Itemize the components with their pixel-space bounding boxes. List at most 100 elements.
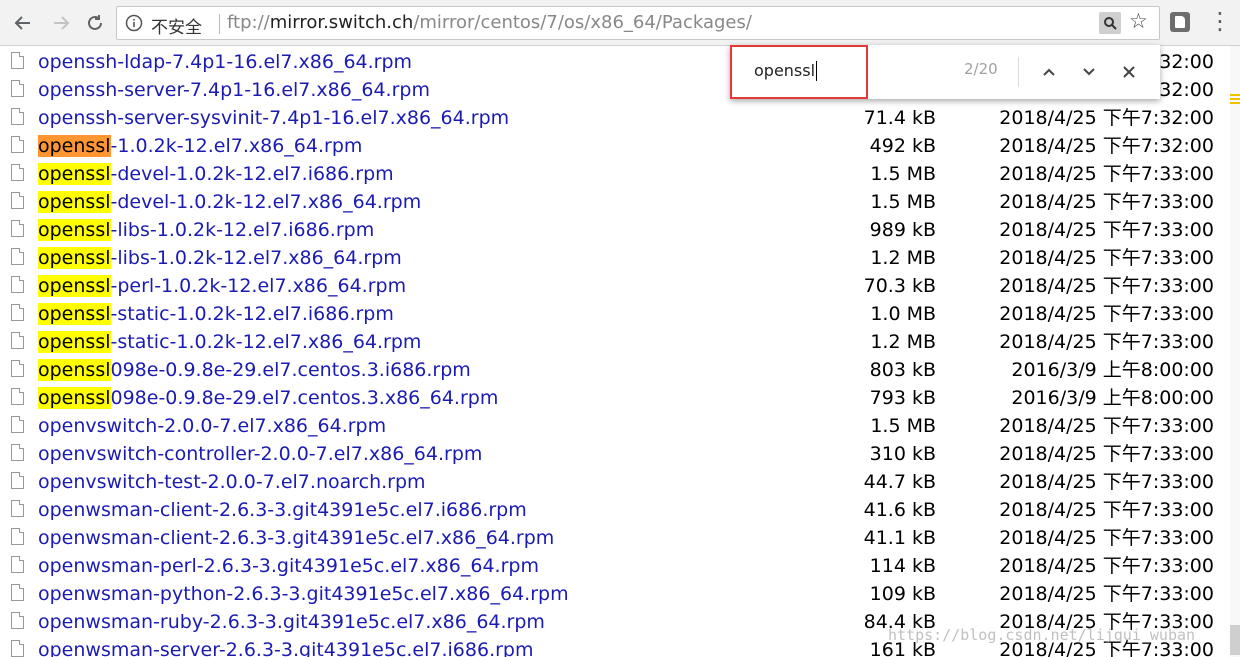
- file-date: 2018/4/25 下午7:33:00: [999, 191, 1214, 213]
- file-link[interactable]: openssl-static-1.0.2k-12.el7.i686.rpm: [38, 300, 394, 328]
- search-highlight: openssl: [38, 163, 111, 185]
- file-link[interactable]: openssh-server-7.4p1-16.el7.x86_64.rpm: [38, 76, 430, 104]
- watermark: https://blog.csdn.net/lijqui_wuban: [888, 626, 1196, 644]
- scroll-thumb[interactable]: [1230, 625, 1240, 655]
- search-highlight: openssl: [38, 247, 111, 269]
- find-input-box[interactable]: openssl: [730, 45, 868, 99]
- file-link[interactable]: openssl098e-0.9.8e-29.el7.centos.3.x86_6…: [38, 384, 498, 412]
- file-link[interactable]: openssl-devel-1.0.2k-12.el7.x86_64.rpm: [38, 188, 421, 216]
- forward-button[interactable]: [46, 8, 76, 38]
- file-link[interactable]: openssl-1.0.2k-12.el7.x86_64.rpm: [38, 132, 362, 160]
- security-label[interactable]: 不安全: [151, 13, 202, 38]
- list-item: openwsman-client-2.6.3-3.git4391e5c.el7.…: [0, 496, 1230, 524]
- find-separator: [1018, 57, 1019, 87]
- file-link[interactable]: openssh-server-sysvinit-7.4p1-16.el7.x86…: [38, 104, 509, 132]
- file-icon: [11, 136, 24, 153]
- chevron-up-icon: [1043, 68, 1055, 76]
- file-link[interactable]: openwsman-server-2.6.3-3.git4391e5c.el7.…: [38, 636, 533, 657]
- extension-icon[interactable]: [1170, 12, 1190, 32]
- file-size: 803 kB: [869, 359, 936, 381]
- file-date: 2018/4/25 下午7:33:00: [999, 443, 1214, 465]
- file-link[interactable]: openssl-perl-1.0.2k-12.el7.x86_64.rpm: [38, 272, 406, 300]
- find-previous-button[interactable]: [1034, 57, 1064, 87]
- file-size: 1.2 MB: [870, 247, 936, 269]
- list-item: openssl-libs-1.0.2k-12.el7.x86_64.rpm 1.2…: [0, 244, 1230, 272]
- file-size: 1.5 MB: [870, 163, 936, 185]
- list-item: openssl098e-0.9.8e-29.el7.centos.3.i686.…: [0, 356, 1230, 384]
- file-link[interactable]: openwsman-perl-2.6.3-3.git4391e5c.el7.x8…: [38, 552, 539, 580]
- scroll-match-marker: [1230, 98, 1240, 100]
- find-next-button[interactable]: [1074, 57, 1104, 87]
- file-date: 2018/4/25 下午7:33:00: [999, 499, 1214, 521]
- file-size: 1.2 MB: [870, 331, 936, 353]
- info-icon[interactable]: [125, 14, 143, 32]
- file-size: 1.5 MB: [870, 191, 936, 213]
- file-name: -libs-1.0.2k-12.el7.x86_64.rpm: [110, 247, 402, 269]
- file-size: 41.1 kB: [863, 527, 936, 549]
- file-date: 2018/4/25 下午7:33:00: [999, 331, 1214, 353]
- file-icon: [11, 360, 24, 377]
- file-link[interactable]: openvswitch-2.0.0-7.el7.x86_64.rpm: [38, 412, 386, 440]
- file-link[interactable]: openwsman-client-2.6.3-3.git4391e5c.el7.…: [38, 524, 554, 552]
- file-name: -libs-1.0.2k-12.el7.i686.rpm: [110, 219, 375, 241]
- list-item: openssl-devel-1.0.2k-12.el7.i686.rpm 1.5 …: [0, 160, 1230, 188]
- address-bar[interactable]: 不安全 ftp://mirror.switch.ch/mirror/centos…: [116, 6, 1160, 40]
- file-link[interactable]: openvswitch-controller-2.0.0-7.el7.x86_6…: [38, 440, 482, 468]
- find-close-button[interactable]: [1114, 57, 1144, 87]
- find-in-page-button[interactable]: [1099, 12, 1121, 34]
- find-bar: openssl 2/20: [730, 45, 1160, 99]
- file-size: 71.4 kB: [863, 107, 936, 129]
- file-icon: [11, 192, 24, 209]
- file-link[interactable]: openssl-libs-1.0.2k-12.el7.x86_64.rpm: [38, 244, 402, 272]
- file-date: 2018/4/25 下午7:33:00: [999, 247, 1214, 269]
- file-name: -static-1.0.2k-12.el7.x86_64.rpm: [110, 331, 422, 353]
- list-item: openvswitch-controller-2.0.0-7.el7.x86_6…: [0, 440, 1230, 468]
- scroll-match-marker: [1230, 94, 1240, 96]
- file-name: -1.0.2k-12.el7.x86_64.rpm: [110, 135, 363, 157]
- file-size: 114 kB: [869, 555, 936, 577]
- file-icon: [11, 248, 24, 265]
- back-button[interactable]: [8, 8, 38, 38]
- file-link[interactable]: openvswitch-test-2.0.0-7.el7.noarch.rpm: [38, 468, 426, 496]
- file-link[interactable]: openwsman-client-2.6.3-3.git4391e5c.el7.…: [38, 496, 527, 524]
- file-link[interactable]: openssl-devel-1.0.2k-12.el7.i686.rpm: [38, 160, 394, 188]
- file-link[interactable]: openssh-ldap-7.4p1-16.el7.x86_64.rpm: [38, 48, 412, 76]
- file-size: 989 kB: [869, 219, 936, 241]
- file-date: 2018/4/25 下午7:32:00: [999, 107, 1214, 129]
- find-input[interactable]: openssl: [754, 61, 818, 81]
- file-link[interactable]: openwsman-ruby-2.6.3-3.git4391e5c.el7.x8…: [38, 608, 545, 636]
- file-link[interactable]: openwsman-python-2.6.3-3.git4391e5c.el7.…: [38, 580, 569, 608]
- star-icon[interactable]: ☆: [1129, 9, 1148, 33]
- list-item: openwsman-client-2.6.3-3.git4391e5c.el7.…: [0, 524, 1230, 552]
- file-icon: [11, 444, 24, 461]
- file-icon: [11, 416, 24, 433]
- file-icon: [11, 304, 24, 321]
- menu-button[interactable]: ⋮: [1208, 9, 1232, 33]
- file-link[interactable]: openssl-static-1.0.2k-12.el7.x86_64.rpm: [38, 328, 421, 356]
- file-name: openwsman-server-2.6.3-3.git4391e5c.el7.…: [38, 639, 534, 657]
- file-name: openwsman-ruby-2.6.3-3.git4391e5c.el7.x8…: [38, 611, 545, 633]
- find-match-count: 2/20: [964, 60, 998, 78]
- list-item: openssl-1.0.2k-12.el7.x86_64.rpm 492 kB 20…: [0, 132, 1230, 160]
- url-text[interactable]: ftp://mirror.switch.ch/mirror/centos/7/o…: [227, 12, 752, 33]
- scrollbar[interactable]: [1230, 46, 1240, 657]
- file-size: 70.3 kB: [863, 275, 936, 297]
- file-name: openwsman-client-2.6.3-3.git4391e5c.el7.…: [38, 527, 555, 549]
- separator: [219, 14, 220, 34]
- list-item: openssl-perl-1.0.2k-12.el7.x86_64.rpm 70.…: [0, 272, 1230, 300]
- arrow-left-icon: [14, 16, 30, 30]
- list-item: openssl-static-1.0.2k-12.el7.i686.rpm 1.0…: [0, 300, 1230, 328]
- file-date: 2018/4/25 下午7:33:00: [999, 415, 1214, 437]
- arrow-right-icon: [54, 16, 70, 30]
- reload-button[interactable]: [80, 8, 110, 38]
- scroll-match-marker: [1230, 102, 1240, 104]
- file-name: openvswitch-2.0.0-7.el7.x86_64.rpm: [38, 415, 387, 437]
- file-size: 310 kB: [869, 443, 936, 465]
- list-item: openwsman-python-2.6.3-3.git4391e5c.el7.…: [0, 580, 1230, 608]
- file-icon: [11, 388, 24, 405]
- file-link[interactable]: openssl-libs-1.0.2k-12.el7.i686.rpm: [38, 216, 374, 244]
- file-link[interactable]: openssl098e-0.9.8e-29.el7.centos.3.i686.…: [38, 356, 471, 384]
- file-date: 2018/4/25 下午7:33:00: [999, 471, 1214, 493]
- file-name: -static-1.0.2k-12.el7.i686.rpm: [110, 303, 394, 325]
- file-name: openssh-ldap-7.4p1-16.el7.x86_64.rpm: [38, 51, 413, 73]
